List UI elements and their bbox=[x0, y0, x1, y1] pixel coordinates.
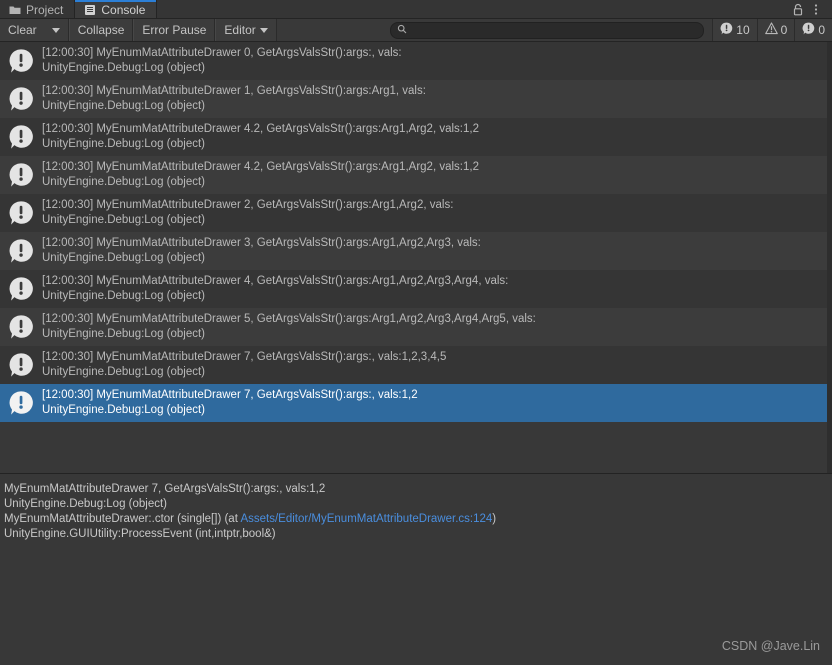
log-entry-message: [12:00:30] MyEnumMatAttributeDrawer 0, G… bbox=[42, 47, 402, 59]
warning-count[interactable]: 0 bbox=[756, 19, 795, 41]
error-icon bbox=[8, 390, 34, 416]
warning-icon bbox=[764, 22, 778, 38]
detail-source: UnityEngine.Debug:Log (object) bbox=[4, 498, 168, 510]
error-icon bbox=[8, 124, 34, 150]
detail-stack-frame-suffix: ) bbox=[492, 513, 497, 525]
log-entry-text: [12:00:30] MyEnumMatAttributeDrawer 4.2,… bbox=[42, 160, 479, 190]
editor-dropdown-button[interactable]: Editor bbox=[215, 19, 277, 41]
log-entry-source: UnityEngine.Debug:Log (object) bbox=[42, 328, 206, 340]
log-entry-source: UnityEngine.Debug:Log (object) bbox=[42, 214, 206, 226]
info-count[interactable]: 0 bbox=[794, 19, 832, 41]
log-entry-text: [12:00:30] MyEnumMatAttributeDrawer 1, G… bbox=[42, 84, 426, 114]
log-entry-source: UnityEngine.Debug:Log (object) bbox=[42, 176, 206, 188]
table-row[interactable]: [12:00:30] MyEnumMatAttributeDrawer 0, G… bbox=[0, 42, 832, 80]
log-entry-text: [12:00:30] MyEnumMatAttributeDrawer 2, G… bbox=[42, 198, 453, 228]
log-entry-text: [12:00:30] MyEnumMatAttributeDrawer 0, G… bbox=[42, 46, 402, 76]
table-row[interactable]: [12:00:30] MyEnumMatAttributeDrawer 4.2,… bbox=[0, 118, 832, 156]
error-icon bbox=[8, 200, 34, 226]
kebab-menu-icon[interactable] bbox=[808, 1, 824, 17]
detail-stack-frame-prefix: MyEnumMatAttributeDrawer:.ctor (single[]… bbox=[4, 513, 241, 525]
error-icon bbox=[8, 314, 34, 340]
detail-message: MyEnumMatAttributeDrawer 7, GetArgsValsS… bbox=[4, 483, 326, 495]
log-entry-source: UnityEngine.Debug:Log (object) bbox=[42, 100, 206, 112]
log-entry-source: UnityEngine.Debug:Log (object) bbox=[42, 404, 206, 416]
table-row[interactable]: [12:00:30] MyEnumMatAttributeDrawer 7, G… bbox=[0, 346, 832, 384]
log-entry-text: [12:00:30] MyEnumMatAttributeDrawer 7, G… bbox=[42, 350, 446, 380]
clear-button[interactable]: Clear bbox=[0, 19, 69, 41]
toolbar-spacer bbox=[276, 19, 713, 41]
table-row[interactable]: [12:00:30] MyEnumMatAttributeDrawer 1, G… bbox=[0, 80, 832, 118]
log-entry-text: [12:00:30] MyEnumMatAttributeDrawer 7, G… bbox=[42, 388, 418, 418]
table-row[interactable]: [12:00:30] MyEnumMatAttributeDrawer 4.2,… bbox=[0, 156, 832, 194]
log-entry-message: [12:00:30] MyEnumMatAttributeDrawer 7, G… bbox=[42, 389, 418, 401]
error-icon bbox=[8, 276, 34, 302]
log-entry-text: [12:00:30] MyEnumMatAttributeDrawer 4, G… bbox=[42, 274, 508, 304]
collapse-button-label: Collapse bbox=[77, 23, 125, 37]
log-entry-source: UnityEngine.Debug:Log (object) bbox=[42, 366, 206, 378]
table-row[interactable]: [12:00:30] MyEnumMatAttributeDrawer 3, G… bbox=[0, 232, 832, 270]
console-toolbar: Clear Collapse Error Pause Editor 10 0 0 bbox=[0, 19, 832, 42]
tab-console[interactable]: Console bbox=[75, 0, 158, 19]
log-entry-text: [12:00:30] MyEnumMatAttributeDrawer 3, G… bbox=[42, 236, 481, 266]
console-icon bbox=[84, 4, 96, 16]
error-pause-button-label: Error Pause bbox=[142, 23, 207, 37]
log-entry-source: UnityEngine.Debug:Log (object) bbox=[42, 290, 206, 302]
info-icon bbox=[802, 22, 815, 38]
log-entry-message: [12:00:30] MyEnumMatAttributeDrawer 2, G… bbox=[42, 199, 454, 211]
table-row-selected[interactable]: [12:00:30] MyEnumMatAttributeDrawer 7, G… bbox=[0, 384, 832, 422]
editor-dropdown-label: Editor bbox=[224, 23, 256, 37]
search-box[interactable] bbox=[390, 21, 705, 39]
table-row[interactable]: [12:00:30] MyEnumMatAttributeDrawer 2, G… bbox=[0, 194, 832, 232]
tab-bar: Project Console bbox=[0, 0, 832, 19]
log-entry-source: UnityEngine.Debug:Log (object) bbox=[42, 138, 206, 150]
watermark: CSDN @Jave.Lin bbox=[721, 639, 820, 653]
log-entry-source: UnityEngine.Debug:Log (object) bbox=[42, 62, 206, 74]
message-counters: 10 0 0 bbox=[712, 19, 832, 41]
stack-trace-detail-pane[interactable]: MyEnumMatAttributeDrawer 7, GetArgsValsS… bbox=[0, 473, 832, 665]
log-entry-message: [12:00:30] MyEnumMatAttributeDrawer 4.2,… bbox=[42, 161, 479, 173]
info-count-value: 0 bbox=[818, 23, 825, 37]
log-entry-source: UnityEngine.Debug:Log (object) bbox=[42, 252, 206, 264]
error-count-value: 10 bbox=[736, 23, 750, 37]
log-entry-message: [12:00:30] MyEnumMatAttributeDrawer 7, G… bbox=[42, 351, 447, 363]
search-input[interactable] bbox=[411, 24, 698, 36]
log-entry-message: [12:00:30] MyEnumMatAttributeDrawer 1, G… bbox=[42, 85, 426, 97]
search-icon bbox=[397, 21, 407, 39]
lock-icon[interactable] bbox=[790, 1, 806, 17]
tab-project-label: Project bbox=[26, 2, 64, 17]
detail-stack-frame-ctor: MyEnumMatAttributeDrawer:.ctor (single[]… bbox=[4, 512, 832, 527]
error-icon bbox=[720, 22, 733, 38]
log-entry-text: [12:00:30] MyEnumMatAttributeDrawer 4.2,… bbox=[42, 122, 479, 152]
chevron-down-icon[interactable] bbox=[259, 27, 268, 33]
list-scrollbar-track[interactable] bbox=[827, 42, 832, 473]
error-icon bbox=[8, 86, 34, 112]
window-controls bbox=[784, 0, 832, 19]
log-entry-list[interactable]: [12:00:30] MyEnumMatAttributeDrawer 0, G… bbox=[0, 42, 832, 473]
log-entry-message: [12:00:30] MyEnumMatAttributeDrawer 5, G… bbox=[42, 313, 536, 325]
collapse-button[interactable]: Collapse bbox=[68, 19, 134, 41]
clear-button-label: Clear bbox=[8, 23, 37, 37]
error-icon bbox=[8, 48, 34, 74]
error-icon bbox=[8, 162, 34, 188]
warning-count-value: 0 bbox=[780, 23, 788, 37]
folder-icon bbox=[9, 4, 21, 16]
error-pause-button[interactable]: Error Pause bbox=[133, 19, 216, 41]
error-icon bbox=[8, 238, 34, 264]
tab-project[interactable]: Project bbox=[0, 0, 76, 19]
log-entry-message: [12:00:30] MyEnumMatAttributeDrawer 3, G… bbox=[42, 237, 481, 249]
tab-bar-filler bbox=[157, 0, 784, 19]
table-row[interactable]: [12:00:30] MyEnumMatAttributeDrawer 5, G… bbox=[0, 308, 832, 346]
log-entry-text: [12:00:30] MyEnumMatAttributeDrawer 5, G… bbox=[42, 312, 536, 342]
unity-console-window: Project Console Clear Collapse Error Pau… bbox=[0, 0, 832, 665]
detail-stack-frame-processevent: UnityEngine.GUIUtility:ProcessEvent (int… bbox=[4, 528, 276, 540]
table-row[interactable]: [12:00:30] MyEnumMatAttributeDrawer 4, G… bbox=[0, 270, 832, 308]
log-entry-message: [12:00:30] MyEnumMatAttributeDrawer 4.2,… bbox=[42, 123, 479, 135]
tab-console-label: Console bbox=[101, 2, 146, 17]
asset-path-link[interactable]: Assets/Editor/MyEnumMatAttributeDrawer.c… bbox=[240, 513, 492, 525]
log-entry-message: [12:00:30] MyEnumMatAttributeDrawer 4, G… bbox=[42, 275, 509, 287]
error-count[interactable]: 10 bbox=[712, 19, 756, 41]
chevron-down-icon[interactable] bbox=[51, 27, 60, 33]
error-icon bbox=[8, 352, 34, 378]
